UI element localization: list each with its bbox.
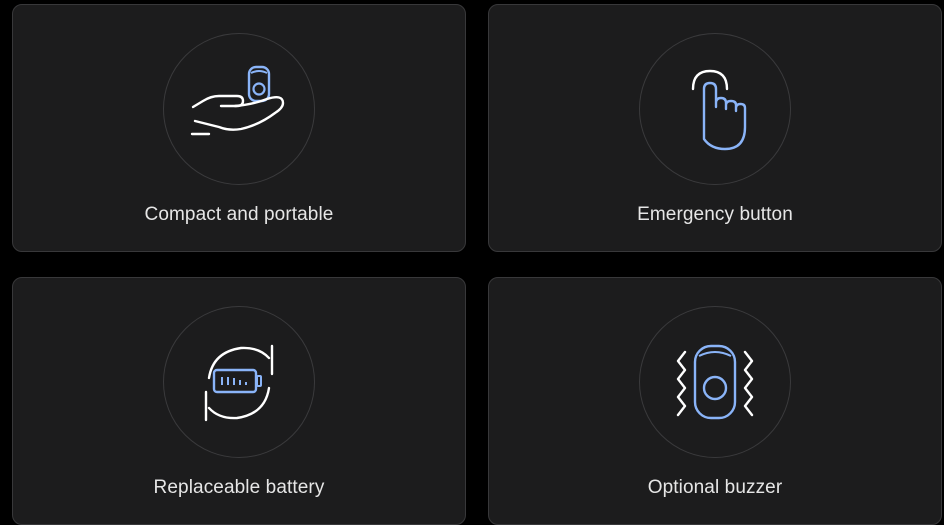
feature-label: Replaceable battery	[153, 477, 325, 498]
finger-press-icon	[691, 69, 747, 151]
feature-card-battery: Replaceable battery	[12, 277, 466, 525]
icon-circle	[163, 33, 315, 185]
hand-holding-device-icon	[190, 65, 285, 136]
vibrating-device-icon	[676, 344, 754, 420]
feature-card-emergency: Emergency button	[488, 4, 942, 252]
feature-card-compact: Compact and portable	[12, 4, 466, 252]
icon-circle	[639, 306, 791, 458]
icon-circle	[639, 33, 791, 185]
battery-swap-icon	[204, 344, 274, 422]
feature-card-buzzer: Optional buzzer	[488, 277, 942, 525]
feature-label: Emergency button	[637, 204, 793, 225]
feature-label: Compact and portable	[144, 204, 334, 225]
icon-circle	[163, 306, 315, 458]
feature-grid: Compact and portable Emergency button Re…	[0, 0, 944, 525]
feature-label: Optional buzzer	[647, 477, 783, 498]
